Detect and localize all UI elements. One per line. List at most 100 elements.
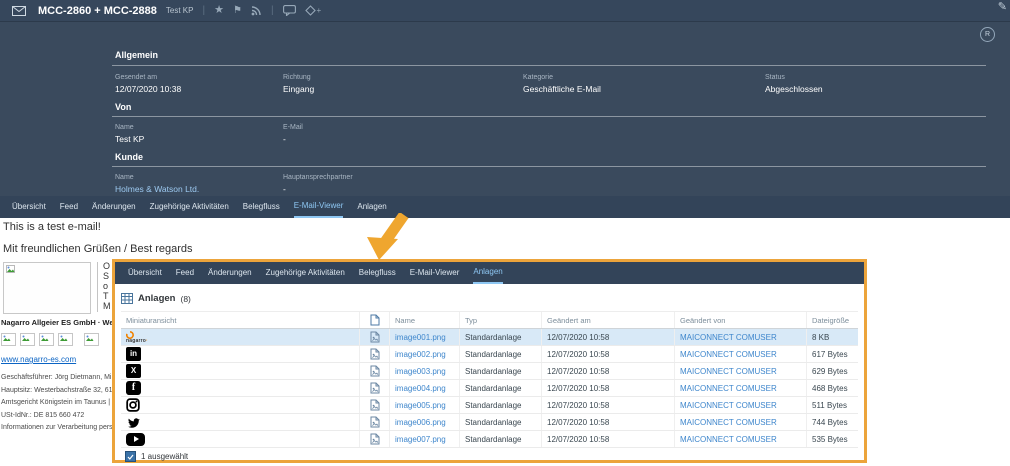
attachment-changed-by-link[interactable]: MAICONNECT COMUSER (675, 414, 807, 430)
attachment-size: 629 Bytes (807, 363, 858, 379)
company-name: Nagarro Allgeier ES GmbH · Weste (1, 318, 112, 327)
attachment-typ: Standardanlage (460, 397, 542, 413)
attachments-overlay-panel: Übersicht Feed Änderungen Zugehörige Akt… (112, 259, 867, 463)
overlay-tab-feed[interactable]: Feed (176, 262, 194, 284)
table-row[interactable]: f image004.png Standardanlage 12/07/2020… (121, 380, 858, 397)
adapt-circle-icon[interactable] (980, 27, 995, 42)
page-subtitle: Test KP (166, 6, 194, 15)
overlay-tab-aenderungen[interactable]: Änderungen (208, 262, 252, 284)
attachment-name-link[interactable]: image003.png (390, 363, 460, 379)
image-file-icon (370, 399, 380, 411)
attachment-changed-by-link[interactable]: MAICONNECT COMUSER (675, 329, 807, 345)
table-row[interactable]: image005.png Standardanlage 12/07/2020 1… (121, 397, 858, 414)
col-dateigroesse[interactable]: Dateigröße (807, 312, 858, 328)
attachment-changed-by-link[interactable]: MAICONNECT COMUSER (675, 363, 807, 379)
section-title-allgemein: Allgemein (115, 50, 158, 60)
linkedin-icon: in (126, 347, 141, 361)
document-icon (370, 314, 380, 326)
field-value-status: Abgeschlossen (765, 84, 823, 94)
tab-zugehoerige-aktivitaeten[interactable]: Zugehörige Aktivitäten (150, 196, 229, 218)
attachment-changed-by-link[interactable]: MAICONNECT COMUSER (675, 380, 807, 396)
col-typ[interactable]: Typ (460, 312, 542, 328)
file-type-cell (360, 346, 390, 362)
legal-info-line: Geschäftsführer: Jörg Dietmann, Mi (1, 372, 112, 385)
field-label: Kategorie (523, 74, 553, 81)
overlay-tab-anlagen[interactable]: Anlagen (473, 262, 502, 284)
col-geaendert-von[interactable]: Geändert von (675, 312, 807, 328)
field-value-kategorie: Geschäftliche E-Mail (523, 84, 601, 94)
table-row[interactable]: nagarro· image001.png Standardanlage 12/… (121, 329, 858, 346)
tab-uebersicht[interactable]: Übersicht (12, 196, 46, 218)
tab-email-viewer[interactable]: E-Mail-Viewer (294, 196, 344, 218)
table-row[interactable]: in image002.png Standardanlage 12/07/202… (121, 346, 858, 363)
broken-image-icon (6, 265, 15, 273)
file-type-cell (360, 380, 390, 396)
thumbnail-cell: nagarro· (121, 329, 360, 345)
email-envelope-icon (12, 6, 26, 16)
thumbnail-cell (121, 414, 360, 430)
overlay-tab-belegfluss[interactable]: Belegfluss (359, 262, 396, 284)
col-name[interactable]: Name (390, 312, 460, 328)
thumbnail-cell: X (121, 363, 360, 379)
col-miniaturansicht[interactable]: Miniaturansicht (121, 312, 360, 328)
col-geaendert-am[interactable]: Geändert am (542, 312, 675, 328)
attachment-name-link[interactable]: image004.png (390, 380, 460, 396)
overlay-tab-bar: Übersicht Feed Änderungen Zugehörige Akt… (115, 262, 864, 284)
attachment-changed-at: 12/07/2020 10:58 (542, 431, 675, 447)
attachment-name-link[interactable]: image007.png (390, 431, 460, 447)
flag-icon[interactable]: ⚑ (233, 6, 242, 16)
attachment-changed-at: 12/07/2020 10:58 (542, 346, 675, 362)
chat-bubble-icon[interactable] (283, 5, 296, 16)
attachment-changed-by-link[interactable]: MAICONNECT COMUSER (675, 346, 807, 362)
attachment-changed-at: 12/07/2020 10:58 (542, 397, 675, 413)
kunde-name-link[interactable]: Holmes & Watson Ltd. (115, 184, 199, 194)
divider (112, 65, 986, 66)
field-label: E-Mail (283, 124, 303, 131)
field-label: Richtung (283, 74, 311, 81)
attachments-title: Anlagen (138, 293, 175, 304)
youtube-icon (126, 433, 145, 446)
thumbnail-cell: f (121, 380, 360, 396)
table-row[interactable]: image007.png Standardanlage 12/07/2020 1… (121, 431, 858, 448)
attachment-name-link[interactable]: image001.png (390, 329, 460, 345)
section-title-von: Von (115, 102, 131, 112)
email-body-greeting: This is a test e-mail! (3, 221, 101, 233)
separator: | (271, 5, 274, 16)
col-file-type[interactable] (360, 312, 390, 328)
favorite-star-icon[interactable]: ★ (214, 5, 224, 16)
tab-belegfluss[interactable]: Belegfluss (243, 196, 280, 218)
field-label: Status (765, 74, 785, 81)
selected-checkbox[interactable] (125, 451, 136, 462)
instagram-icon (126, 398, 140, 412)
attachments-panel-body: Anlagen (8) Miniaturansicht Name Typ Geä… (115, 284, 864, 465)
table-grid-icon (121, 293, 133, 304)
nagarro-logo: nagarro· (126, 331, 148, 344)
legal-info-line: USt-IdNr.: DE 815 660 472 (1, 410, 112, 423)
overlay-tab-email-viewer[interactable]: E-Mail-Viewer (410, 262, 460, 284)
edit-pencil-icon[interactable]: ✎ (998, 0, 1007, 13)
tab-aenderungen[interactable]: Änderungen (92, 196, 136, 218)
page-title: MCC-2860 + MCC-2888 (38, 5, 157, 17)
top-header-bar: MCC-2860 + MCC-2888 Test KP | ★ ⚑ | + ✎ (0, 0, 1010, 22)
tag-add-icon[interactable]: + (305, 5, 322, 16)
attachment-changed-by-link[interactable]: MAICONNECT COMUSER (675, 431, 807, 447)
field-value-gesendet-am: 12/07/2020 10:38 (115, 84, 181, 94)
broken-image-placeholder (1, 333, 16, 346)
table-row[interactable]: X image003.png Standardanlage 12/07/2020… (121, 363, 858, 380)
follow-rss-icon[interactable] (251, 5, 262, 16)
attachment-name-link[interactable]: image005.png (390, 397, 460, 413)
attachment-size: 511 Bytes (807, 397, 858, 413)
company-website-link[interactable]: www.nagarro-es.com (1, 355, 112, 364)
image-file-icon (370, 365, 380, 377)
overlay-tab-uebersicht[interactable]: Übersicht (128, 262, 162, 284)
attachment-name-link[interactable]: image006.png (390, 414, 460, 430)
thumbnail-cell: in (121, 346, 360, 362)
attachment-name-link[interactable]: image002.png (390, 346, 460, 362)
attachment-changed-at: 12/07/2020 10:58 (542, 363, 675, 379)
table-row[interactable]: image006.png Standardanlage 12/07/2020 1… (121, 414, 858, 431)
attachment-changed-by-link[interactable]: MAICONNECT COMUSER (675, 397, 807, 413)
overlay-tab-zugehoerige-aktivitaeten[interactable]: Zugehörige Aktivitäten (266, 262, 345, 284)
attachments-count: (8) (180, 294, 190, 304)
tab-feed[interactable]: Feed (60, 196, 78, 218)
field-value-von-name: Test KP (115, 134, 144, 144)
